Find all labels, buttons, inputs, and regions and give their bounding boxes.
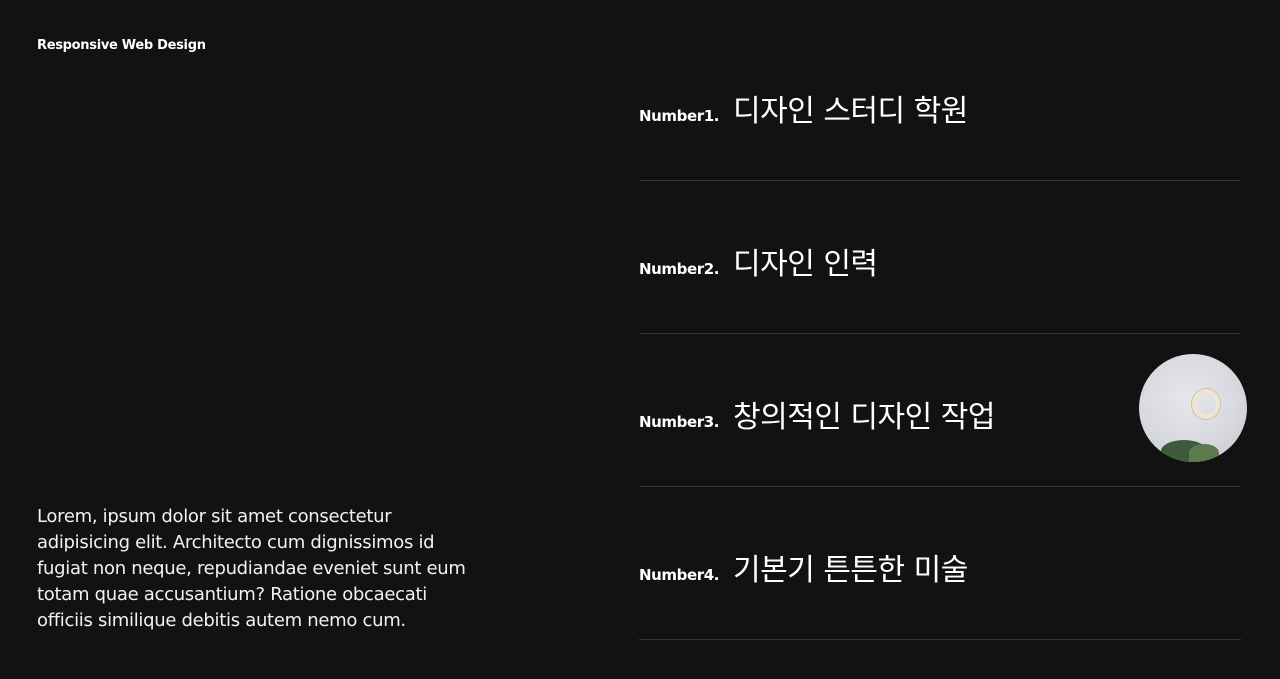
list-item-4[interactable]: Number4. 기본기 튼튼한 미술 [639,487,1241,640]
list-item-row: Number2. 디자인 인력 [639,239,878,283]
intro-paragraph: Lorem, ipsum dolor sit amet consectetur … [37,506,466,631]
item-title: 기본기 튼튼한 미술 [733,553,968,588]
item-title: 디자인 인력 [733,247,878,282]
page: Responsive Web Design Lorem, ipsum dolor… [0,0,1280,679]
item-number: Number1. [639,107,720,125]
item-number: Number3. [639,413,720,431]
ring-decoration [1192,389,1220,419]
list-item-row: Number1. 디자인 스터디 학원 [639,86,968,130]
design-list: Number1. 디자인 스터디 학원 Number2. 디자인 인력 Numb… [639,28,1247,640]
item-title: 디자인 스터디 학원 [733,94,968,129]
item-thumbnail-image [1139,354,1247,462]
item-number: Number2. [639,260,720,278]
list-item-row: Number4. 기본기 튼튼한 미술 [639,545,968,589]
item-number: Number4. [639,566,720,584]
brand-link[interactable]: Responsive Web Design [37,38,206,53]
list-item-1[interactable]: Number1. 디자인 스터디 학원 [639,28,1241,181]
list-item-3[interactable]: Number3. 창의적인 디자인 작업 [639,334,1247,487]
plant-leaf [1189,444,1219,462]
list-item-row: Number3. 창의적인 디자인 작업 [639,392,995,436]
item-title: 창의적인 디자인 작업 [733,400,995,435]
list-item-2[interactable]: Number2. 디자인 인력 [639,181,1241,334]
